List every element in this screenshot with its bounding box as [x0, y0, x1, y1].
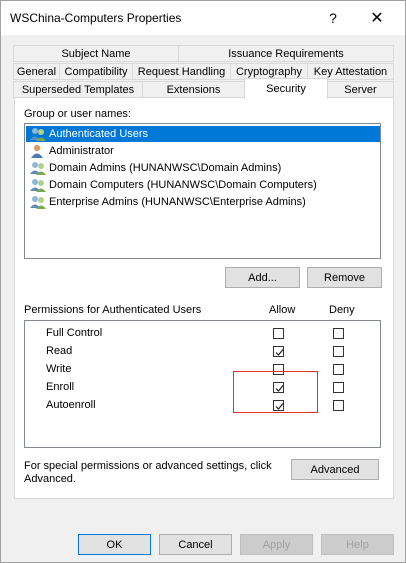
principal-domain-computers[interactable]: Domain Computers (HUNANWSC\Domain Comput…	[26, 177, 380, 193]
checkmark-icon	[275, 349, 284, 356]
dialog-buttons: OK Cancel Apply Help	[1, 529, 405, 562]
group-users-icon	[30, 161, 46, 175]
principal-name: Domain Computers (HUNANWSC\Domain Comput…	[49, 179, 317, 191]
allow-autoenroll-checkbox[interactable]	[273, 400, 284, 411]
permission-full-control: Full Control	[46, 327, 103, 339]
permission-autoenroll: Autoenroll	[46, 399, 96, 411]
deny-read-checkbox[interactable]	[333, 346, 344, 357]
group-users-icon	[30, 195, 46, 209]
permission-enroll: Enroll	[46, 381, 75, 393]
deny-header: Deny	[329, 304, 355, 316]
tab-label: Server	[344, 83, 377, 96]
allow-write-checkbox[interactable]	[273, 364, 284, 375]
tab-subject-name[interactable]: Subject Name	[13, 45, 179, 62]
permissions-label: Permissions for Authenticated Users	[24, 304, 202, 316]
help-button[interactable]: Help	[321, 534, 394, 555]
security-panel: Group or user names: Authenticated Users	[14, 97, 394, 499]
advanced-hint-line1: For special permissions or advanced sett…	[24, 460, 272, 472]
principal-administrator[interactable]: Administrator	[26, 143, 380, 159]
principal-name: Administrator	[49, 145, 114, 157]
tab-label: Extensions	[166, 83, 221, 96]
principal-domain-admins[interactable]: Domain Admins (HUNANWSC\Domain Admins)	[26, 160, 380, 176]
properties-dialog: WSChina-Computers Properties ? ✕ Subject…	[0, 0, 406, 563]
deny-autoenroll-checkbox[interactable]	[333, 400, 344, 411]
principals-list[interactable]: Authenticated Users Administrator Domain…	[24, 123, 381, 259]
deny-write-checkbox[interactable]	[333, 364, 344, 375]
title-bar: WSChina-Computers Properties ? ✕	[1, 1, 405, 35]
group-users-icon	[30, 178, 46, 192]
principal-enterprise-admins[interactable]: Enterprise Admins (HUNANWSC\Enterprise A…	[26, 194, 380, 210]
group-names-label: Group or user names:	[24, 108, 131, 120]
tab-compatibility[interactable]: Compatibility	[59, 63, 133, 80]
principal-name: Enterprise Admins (HUNANWSC\Enterprise A…	[49, 196, 306, 208]
allow-read-checkbox[interactable]	[273, 346, 284, 357]
tab-label: Compatibility	[64, 65, 128, 78]
tab-label: Issuance Requirements	[228, 47, 344, 60]
remove-button[interactable]: Remove	[307, 267, 382, 288]
allow-full-control-checkbox[interactable]	[273, 328, 284, 339]
permission-read: Read	[46, 345, 73, 357]
tab-label: Request Handling	[137, 65, 226, 78]
tab-label: Cryptography	[235, 65, 303, 78]
allow-enroll-checkbox[interactable]	[273, 382, 284, 393]
checkmark-icon	[275, 403, 284, 410]
cancel-button[interactable]: Cancel	[159, 534, 232, 555]
tab-label: Subject Name	[61, 47, 131, 60]
principal-name: Domain Admins (HUNANWSC\Domain Admins)	[49, 162, 282, 174]
tab-server[interactable]: Server	[327, 81, 394, 98]
close-icon[interactable]: ✕	[357, 5, 397, 31]
deny-enroll-checkbox[interactable]	[333, 382, 344, 393]
advanced-hint-line2: Advanced.	[24, 473, 76, 485]
principal-authenticated-users[interactable]: Authenticated Users	[26, 126, 380, 142]
tab-general[interactable]: General	[13, 63, 60, 80]
tab-label: Superseded Templates	[21, 83, 135, 96]
tab-security[interactable]: Security	[244, 78, 328, 99]
tab-request-handling[interactable]: Request Handling	[132, 63, 231, 80]
tab-label: General	[16, 65, 57, 78]
user-icon	[30, 144, 46, 158]
tab-label: Security	[266, 83, 306, 95]
tab-extensions[interactable]: Extensions	[142, 81, 245, 98]
tab-issuance-requirements[interactable]: Issuance Requirements	[178, 45, 394, 62]
tab-label: Key Attestation	[313, 65, 388, 78]
deny-full-control-checkbox[interactable]	[333, 328, 344, 339]
add-button[interactable]: Add...	[225, 267, 300, 288]
window-title: WSChina-Computers Properties	[10, 11, 182, 25]
group-users-icon	[30, 127, 46, 141]
ok-button[interactable]: OK	[78, 534, 151, 555]
advanced-button[interactable]: Advanced	[291, 459, 379, 480]
principal-name: Authenticated Users	[49, 128, 149, 140]
help-icon[interactable]: ?	[313, 5, 353, 31]
permission-write: Write	[46, 363, 72, 375]
allow-header: Allow	[269, 304, 296, 316]
apply-button[interactable]: Apply	[240, 534, 313, 555]
permissions-list: Full Control Read Write Enroll Autoenrol…	[24, 320, 381, 448]
tab-superseded-templates[interactable]: Superseded Templates	[13, 81, 143, 98]
checkmark-icon	[275, 385, 284, 392]
